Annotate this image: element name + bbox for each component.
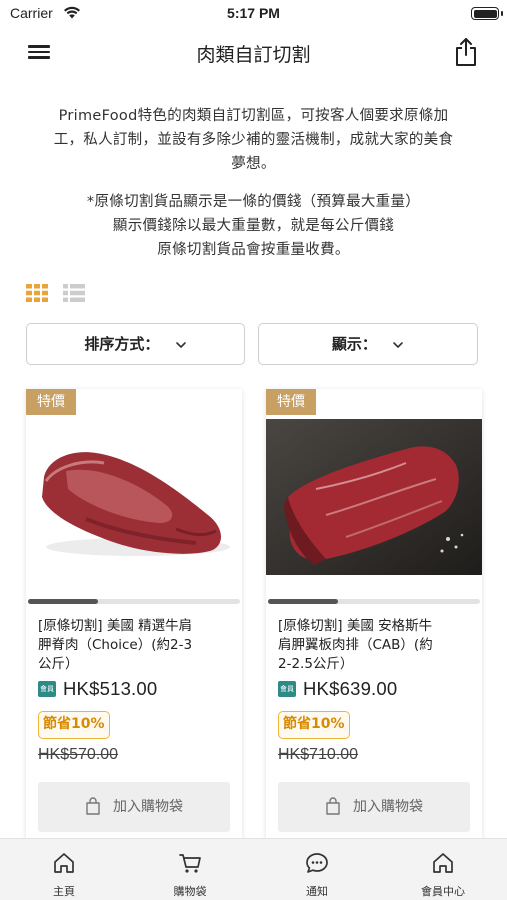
clock: 5:17 PM: [227, 5, 280, 21]
list-view-icon[interactable]: [63, 284, 85, 302]
add-to-bag-label: 加入購物袋: [353, 799, 423, 815]
intro-line: 工，私人訂制，並設有多除少補的靈活機制，成就大家的美食: [53, 132, 454, 148]
member-price: HK$639.00: [303, 678, 398, 699]
member-home-icon: [433, 853, 453, 873]
scroll-thumb: [268, 599, 338, 604]
tab-member-center[interactable]: 會員中心: [380, 839, 506, 900]
image-scroll-indicator: [268, 599, 480, 604]
share-icon[interactable]: [452, 36, 480, 68]
product-name[interactable]: [原條切割] 美國 安格斯牛 肩胛翼板肉排（CAB）(約 2-2.5公斤）: [278, 617, 474, 674]
tab-cart-label: 購物袋: [173, 885, 207, 898]
add-to-bag-button[interactable]: 加入購物袋: [38, 782, 230, 832]
tab-notifications[interactable]: 通知: [254, 839, 380, 900]
chat-icon: [306, 853, 328, 873]
scroll-thumb: [28, 599, 98, 604]
original-price: HK$710.00: [278, 746, 359, 763]
battery-icon: [471, 7, 503, 20]
product-name-line: 2-2.5公斤）: [278, 656, 354, 672]
display-dropdown[interactable]: 顯示：: [258, 323, 478, 365]
image-scroll-indicator: [28, 599, 240, 604]
home-icon: [54, 853, 74, 873]
angus-beef-image: [266, 419, 482, 575]
tab-bar: 主頁 購物袋 通知 會員中心: [0, 838, 507, 900]
product-name-line: 公斤）: [38, 656, 79, 672]
tab-notifications-label: 通知: [306, 885, 328, 898]
member-price-icon: 會員: [278, 681, 296, 697]
product-name-line: [原條切割] 美國 精選牛肩: [38, 618, 193, 634]
member-price: HK$513.00: [63, 678, 158, 699]
chevron-down-icon: [393, 341, 403, 348]
intro-text: PrimeFood特色的肉類自訂切割區，可按客人個要求原條加 工，私人訂制，並設…: [24, 104, 483, 176]
product-image[interactable]: [266, 419, 482, 575]
saving-badge: 節省10%: [38, 711, 110, 739]
sale-badge: 特價: [266, 389, 316, 415]
navigation-bar: 肉類自訂切割: [0, 28, 507, 78]
member-price-icon: 會員: [38, 681, 56, 697]
sale-badge: 特價: [26, 389, 76, 415]
add-to-bag-button[interactable]: 加入購物袋: [278, 782, 470, 832]
tab-home[interactable]: 主頁: [1, 839, 127, 900]
sort-dropdown[interactable]: 排序方式：: [26, 323, 245, 365]
intro-line: PrimeFood特色的肉類自訂切割區，可按客人個要求原條加: [58, 108, 449, 124]
original-price: HK$570.00: [38, 746, 119, 763]
product-name[interactable]: [原條切割] 美國 精選牛肩 胛脊肉（Choice）(約2-3 公斤）: [38, 617, 234, 674]
chevron-down-icon: [175, 341, 186, 348]
product-name-line: [原條切割] 美國 安格斯牛: [278, 618, 433, 634]
note-line: 顯示價錢除以最大重量數，就是每公斤價錢: [112, 218, 395, 234]
product-name-line: 胛脊肉（Choice）(約2-3: [38, 637, 193, 653]
saving-badge: 節省10%: [278, 711, 350, 739]
product-card[interactable]: 特價 [原條切割] 美國 精選牛肩 胛脊肉（Choice）(約2-3 公斤） 會…: [26, 389, 242, 841]
product-name-line: 肩胛翼板肉排（CAB）(約: [278, 637, 433, 653]
note-line: *原條切割貨品顯示是一條的價錢（預算最大重量）: [86, 194, 421, 210]
add-to-bag-label: 加入購物袋: [113, 799, 183, 815]
page-title: 肉類自訂切割: [196, 44, 311, 66]
tab-cart[interactable]: 購物袋: [127, 839, 253, 900]
intro-line: 夢想。: [231, 156, 276, 172]
beef-chuck-image: [26, 419, 242, 575]
tab-member-center-label: 會員中心: [421, 885, 465, 898]
pricing-note: *原條切割貨品顯示是一條的價錢（預算最大重量） 顯示價錢除以最大重量數，就是每公…: [24, 190, 483, 262]
product-card[interactable]: 特價 [原條切割] 美國 安格斯牛 肩胛翼板肉排（CAB）(約 2-2.5公斤）…: [266, 389, 482, 841]
sort-label: 排序方式：: [84, 335, 160, 353]
grid-view-icon[interactable]: [26, 284, 48, 302]
note-line: 原條切割貨品會按重量收費。: [157, 242, 350, 258]
shopping-bag-icon: [326, 796, 340, 815]
product-image[interactable]: [26, 419, 242, 575]
display-label: 顯示：: [331, 335, 377, 353]
shopping-bag-icon: [86, 796, 100, 815]
tab-home-label: 主頁: [53, 885, 75, 898]
status-bar: Carrier 5:17 PM: [0, 0, 507, 28]
cart-icon: [179, 854, 201, 873]
